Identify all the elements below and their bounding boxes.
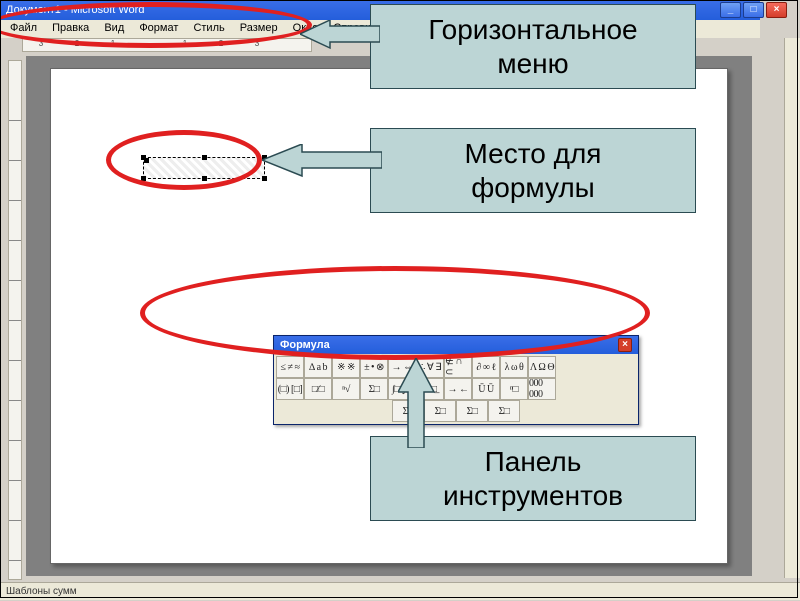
eqn-btn[interactable]: → ← bbox=[444, 378, 472, 400]
equation-row-1: ≤ ≠ ≈ ∆ a b ※ ※ ± • ⊗ → ⇔ ∴ ∀ ∃ ∉ ∩ ⊂ ∂ … bbox=[276, 356, 636, 378]
eqn-btn[interactable]: ∴ ∀ ∃ bbox=[416, 356, 444, 378]
window-controls: _ □ × bbox=[720, 2, 787, 18]
maximize-button[interactable]: □ bbox=[743, 2, 764, 18]
window-title: Документ1 - Microsoft Word bbox=[6, 4, 144, 16]
equation-toolbar-body: ≤ ≠ ≈ ∆ a b ※ ※ ± • ⊗ → ⇔ ∴ ∀ ∃ ∉ ∩ ⊂ ∂ … bbox=[274, 354, 638, 424]
eqn-btn[interactable]: 000 000 bbox=[528, 378, 556, 400]
eqn-btn[interactable]: Σ□ bbox=[360, 378, 388, 400]
callout-menu-line2: меню bbox=[385, 47, 681, 81]
callout-formula: Место для формулы bbox=[370, 128, 696, 213]
eqn-btn[interactable]: □̄ □̲ bbox=[416, 378, 444, 400]
ruler-vertical bbox=[8, 60, 22, 580]
equation-toolbar-title: Формула bbox=[280, 339, 330, 351]
close-button[interactable]: × bbox=[766, 2, 787, 18]
eqn-btn[interactable]: (□) [□] bbox=[276, 378, 304, 400]
callout-toolbar: Панель инструментов bbox=[370, 436, 696, 521]
eqn-btn[interactable]: □⁄□ bbox=[304, 378, 332, 400]
equation-row-3: Σ□ Σ□ Σ□ Σ□ bbox=[276, 400, 636, 422]
callout-toolbar-line2: инструментов bbox=[385, 479, 681, 513]
eqn-btn[interactable]: ± • ⊗ bbox=[360, 356, 388, 378]
status-bar: Шаблоны сумм bbox=[0, 582, 800, 600]
ruler-horizontal: 321123 bbox=[22, 38, 312, 52]
eqn-btn[interactable]: Σ□ bbox=[488, 400, 520, 422]
menu-item[interactable]: Размер bbox=[234, 20, 284, 36]
eqn-btn[interactable]: ⁿ√ bbox=[332, 378, 360, 400]
callout-formula-line1: Место для bbox=[385, 137, 681, 171]
minimize-button[interactable]: _ bbox=[720, 2, 741, 18]
status-text: Шаблоны сумм bbox=[6, 586, 77, 597]
equation-object[interactable] bbox=[143, 157, 265, 179]
menu-item[interactable]: Окно bbox=[287, 20, 325, 36]
eqn-btn[interactable]: Σ□ bbox=[456, 400, 488, 422]
equation-toolbar-titlebar[interactable]: Формула × bbox=[274, 336, 638, 354]
menu-item[interactable]: Формат bbox=[133, 20, 184, 36]
eqn-btn[interactable]: → ⇔ bbox=[388, 356, 416, 378]
eqn-btn[interactable]: ⁿ□ bbox=[500, 378, 528, 400]
callout-formula-line2: формулы bbox=[385, 171, 681, 205]
eqn-btn[interactable]: λ ω θ bbox=[500, 356, 528, 378]
menu-item[interactable]: Вид bbox=[98, 20, 130, 36]
eqn-btn[interactable]: ※ ※ bbox=[332, 356, 360, 378]
callout-menu-line1: Горизонтальное bbox=[385, 13, 681, 47]
eqn-btn[interactable]: ∉ ∩ ⊂ bbox=[444, 356, 472, 378]
equation-row-2: (□) [□] □⁄□ ⁿ√ Σ□ ∫□ ∮□ □̄ □̲ → ← Ū Ū ⁿ□… bbox=[276, 378, 636, 400]
equation-toolbar-close-button[interactable]: × bbox=[618, 338, 632, 352]
eqn-btn[interactable]: ∫□ ∮□ bbox=[388, 378, 416, 400]
eqn-btn[interactable]: Ū Ū bbox=[472, 378, 500, 400]
eqn-btn[interactable]: Σ□ bbox=[424, 400, 456, 422]
eqn-btn[interactable]: ∆ a b bbox=[304, 356, 332, 378]
menu-item[interactable]: Правка bbox=[46, 20, 95, 36]
callout-menu: Горизонтальное меню bbox=[370, 4, 696, 89]
eqn-btn[interactable]: ≤ ≠ ≈ bbox=[276, 356, 304, 378]
equation-toolbar-window[interactable]: Формула × ≤ ≠ ≈ ∆ a b ※ ※ ± • ⊗ → ⇔ ∴ ∀ … bbox=[273, 335, 639, 425]
menu-item[interactable]: Файл bbox=[4, 20, 43, 36]
vertical-scrollbar[interactable] bbox=[784, 38, 800, 578]
eqn-btn[interactable]: Σ□ bbox=[392, 400, 424, 422]
menu-item[interactable]: Стиль bbox=[187, 20, 230, 36]
eqn-btn[interactable]: Λ Ω Θ bbox=[528, 356, 556, 378]
callout-toolbar-line1: Панель bbox=[385, 445, 681, 479]
eqn-btn[interactable]: ∂ ∞ ℓ bbox=[472, 356, 500, 378]
